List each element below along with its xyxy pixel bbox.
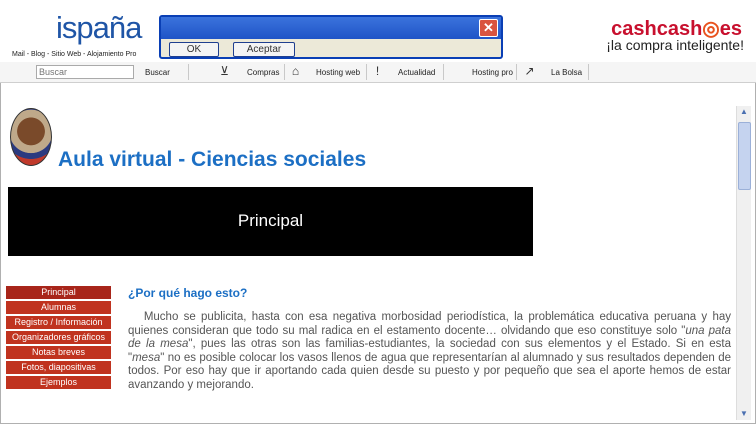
nav-divider <box>188 64 189 80</box>
page-title: Aula virtual - Ciencias sociales <box>58 148 367 171</box>
accept-button[interactable]: Aceptar <box>233 42 295 57</box>
paragraph-italic-2: mesa <box>132 351 161 364</box>
nav-la-bolsa[interactable]: La Bolsa <box>551 68 582 77</box>
nav-hosting-pro[interactable]: Hosting pro <box>472 68 513 77</box>
house-icon[interactable]: ⌂ <box>288 64 303 79</box>
scroll-up-icon[interactable]: ▲ <box>737 106 751 118</box>
section-banner-title: Principal <box>237 211 304 230</box>
vertical-scrollbar[interactable]: ▲ ▼ <box>736 106 751 420</box>
popup-dialog: ✕ OK Aceptar <box>159 15 503 59</box>
menu-item-ejemplos[interactable]: Ejemplos <box>6 376 111 389</box>
nav-divider <box>588 64 589 80</box>
menu-item-alumnas[interactable]: Alumnas <box>6 301 111 314</box>
scroll-down-icon[interactable]: ▼ <box>737 408 751 420</box>
nav-actualidad[interactable]: Actualidad <box>398 68 435 77</box>
logo-subtitle: Mail - Blog - Sitio Web - Alojamiento Pr… <box>12 51 137 58</box>
scroll-thumb[interactable] <box>738 122 751 190</box>
alert-icon[interactable]: ! <box>370 64 385 79</box>
basket-icon[interactable]: ⊻ <box>217 64 232 79</box>
menu-item-registro[interactable]: Registro / Información <box>6 316 111 329</box>
search-button[interactable]: Buscar <box>145 68 170 77</box>
section-banner: Principal <box>8 187 533 256</box>
nav-divider <box>366 64 367 80</box>
logo-text: ispaña <box>56 10 142 45</box>
nav-divider <box>443 64 444 80</box>
nav-hosting-web[interactable]: Hosting web <box>316 68 360 77</box>
dialog-titlebar[interactable]: ✕ <box>161 17 501 39</box>
cashcash-slogan: ¡la compra inteligente! <box>606 37 744 53</box>
close-icon[interactable]: ✕ <box>479 19 498 37</box>
search-input[interactable] <box>36 65 134 79</box>
menu-item-notas[interactable]: Notas breves <box>6 346 111 359</box>
nav-divider <box>284 64 285 80</box>
ispana-logo[interactable]: ispaña <box>56 10 142 46</box>
chart-icon[interactable]: ↗ <box>522 64 537 79</box>
nav-divider <box>516 64 517 80</box>
nav-compras[interactable]: Compras <box>247 68 279 77</box>
menu-item-fotos[interactable]: Fotos, diapositivas <box>6 361 111 374</box>
paragraph-text-1: Mucho se publicita, hasta con esa negati… <box>128 311 731 337</box>
menu-item-organizadores[interactable]: Organizadores gráficos <box>6 331 111 344</box>
ok-button[interactable]: OK <box>169 42 219 57</box>
question-heading: ¿Por qué hago esto? <box>128 286 248 300</box>
paragraph-text-3: " no es posible colocar los vasos llenos… <box>128 351 731 391</box>
sidebar-menu: Principal Alumnas Registro / Información… <box>6 286 111 391</box>
intro-paragraph: Mucho se publicita, hasta con esa negati… <box>128 311 731 392</box>
menu-item-principal[interactable]: Principal <box>6 286 111 299</box>
nav-bar: Buscar ⊻ Compras ⌂ Hosting web ! Actuali… <box>0 62 756 83</box>
school-emblem <box>10 108 52 166</box>
